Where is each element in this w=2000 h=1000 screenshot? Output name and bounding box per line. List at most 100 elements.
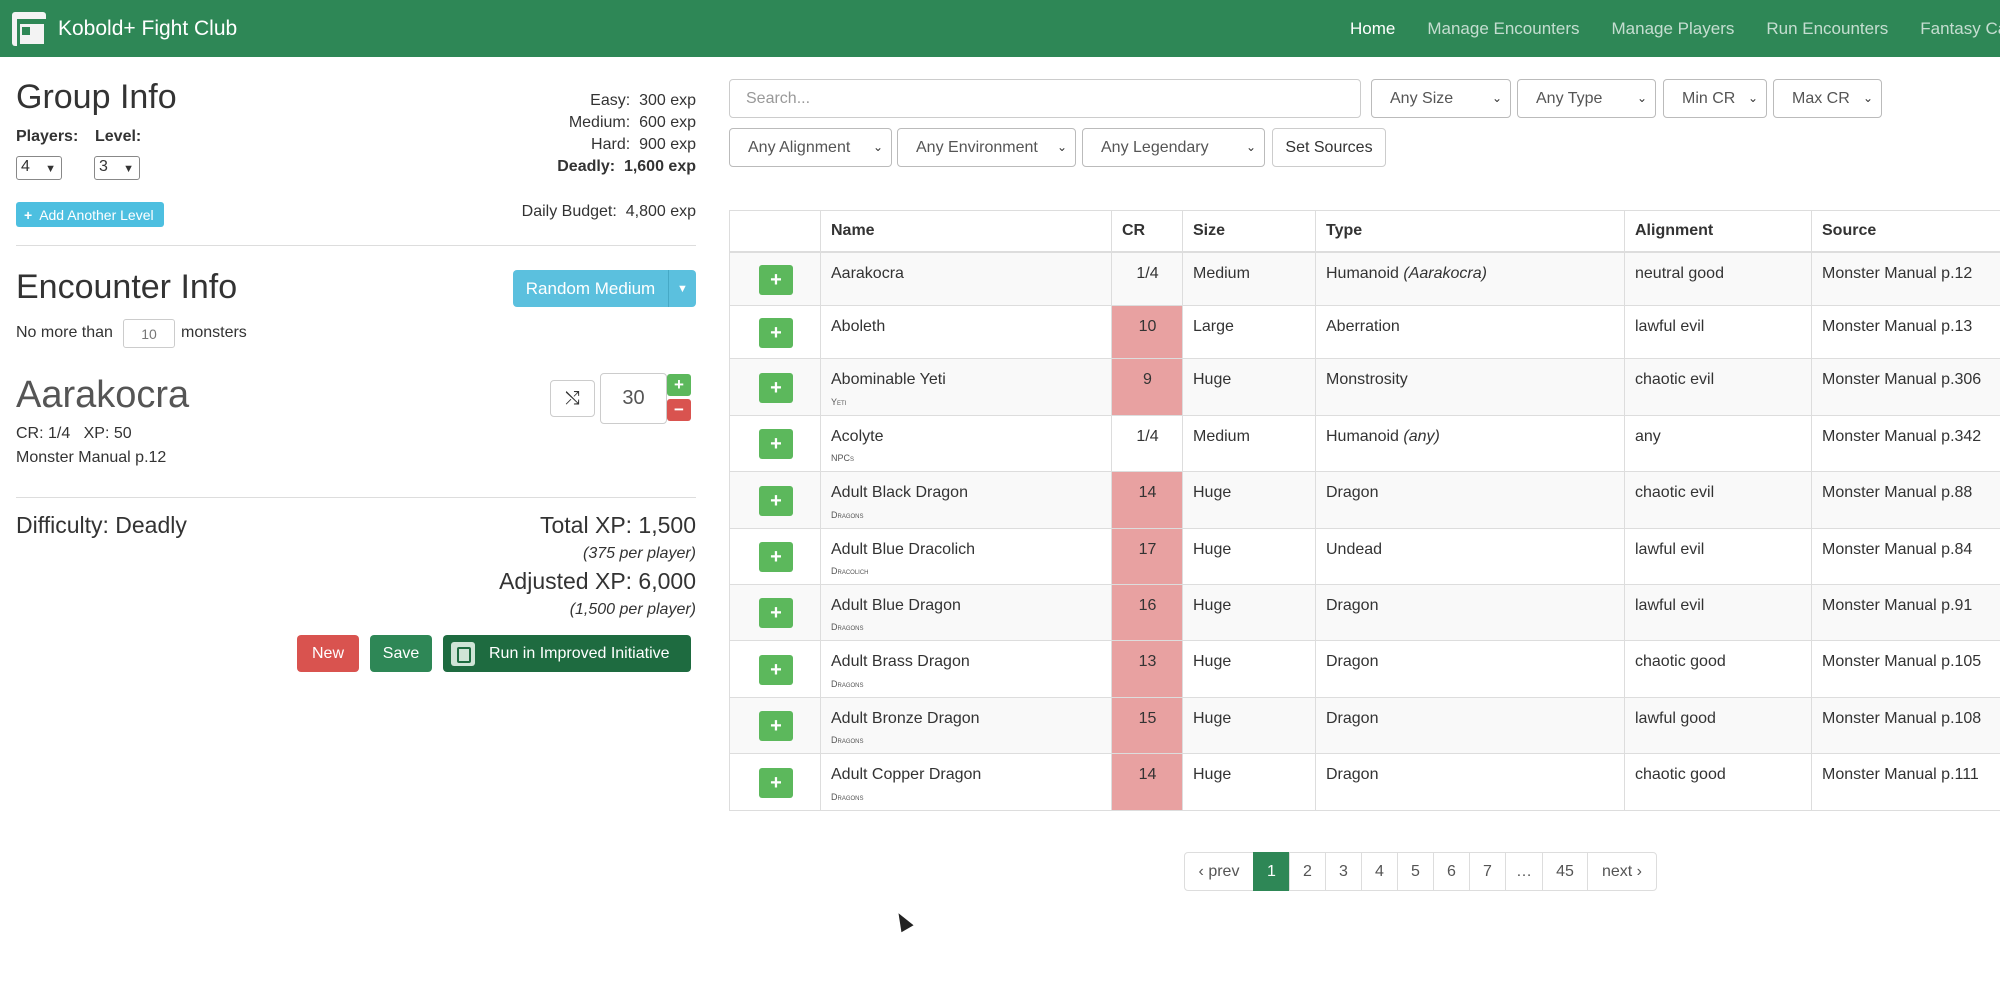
monster-alignment: lawful evil: [1635, 597, 1705, 614]
monster-size-cell: Huge: [1183, 585, 1316, 640]
caret-down-icon[interactable]: ▼: [668, 270, 696, 307]
level-select[interactable]: 3 ▼: [94, 156, 140, 180]
monster-alignment: chaotic evil: [1635, 371, 1715, 388]
nav-fantasy-calendar[interactable]: Fantasy Cal: [1920, 19, 2000, 39]
monster-name[interactable]: Aboleth: [831, 318, 885, 336]
plus-icon: +: [24, 206, 33, 223]
page-link[interactable]: 4: [1361, 852, 1398, 891]
size-filter-select[interactable]: Any Size ⌄: [1371, 79, 1511, 118]
monster-name-cell: Adult Blue Dragon Dragons: [821, 585, 1112, 640]
page-link[interactable]: 1: [1253, 852, 1290, 891]
pagination: ‹ prev 1 2 3 4 5 6 7… 45 next ›: [1184, 852, 1657, 891]
page-link[interactable]: …: [1505, 852, 1543, 891]
new-encounter-button[interactable]: New: [297, 635, 359, 672]
monster-name-cell: Aarakocra: [821, 253, 1112, 305]
add-monster-button[interactable]: +: [759, 598, 793, 628]
environment-filter-select[interactable]: Any Environment ⌄: [897, 128, 1076, 167]
add-monster-button[interactable]: +: [759, 486, 793, 516]
alignment-filter-value: Any Alignment: [748, 138, 851, 156]
monster-source-cell: Monster Manual p.91: [1812, 585, 2000, 640]
add-monster-button[interactable]: +: [759, 768, 793, 798]
header-cr[interactable]: CR: [1112, 211, 1183, 251]
add-monster-button[interactable]: +: [759, 711, 793, 741]
add-monster-button[interactable]: +: [759, 429, 793, 459]
page-link[interactable]: 6: [1433, 852, 1470, 891]
monster-size: Huge: [1193, 371, 1232, 388]
nav-manage-encounters[interactable]: Manage Encounters: [1427, 19, 1579, 39]
monster-name[interactable]: Aarakocra: [831, 265, 904, 283]
page-link[interactable]: 45: [1542, 852, 1588, 891]
max-cr-select[interactable]: Max CR ⌄: [1773, 79, 1882, 118]
monster-size: Huge: [1193, 484, 1232, 501]
table-row: + Adult Blue Dragon Dragons 16 Huge Dragon law…: [729, 585, 2000, 641]
monster-name[interactable]: Adult Brass Dragon: [831, 653, 970, 671]
min-cr-select[interactable]: Min CR ⌄: [1663, 79, 1767, 118]
nav-run-encounters[interactable]: Run Encounters: [1766, 19, 1888, 39]
monster-name[interactable]: Adult Bronze Dragon: [831, 710, 980, 728]
add-another-level-button[interactable]: + Add Another Level: [16, 202, 164, 227]
header-type[interactable]: Type: [1316, 211, 1625, 251]
run-improved-initiative-button[interactable]: Run in Improved Initiative: [443, 635, 691, 672]
add-another-level-label: Add Another Level: [39, 206, 154, 223]
header-source[interactable]: Source: [1812, 211, 2000, 251]
adjusted-xp-per-player: (1,500 per player): [569, 601, 696, 618]
brand[interactable]: Kobold+ Fight Club: [0, 0, 237, 57]
brand-title: Kobold+ Fight Club: [58, 16, 238, 40]
chevron-down-icon: ⌄: [1862, 91, 1873, 105]
page-link[interactable]: 7: [1469, 852, 1506, 891]
monster-quantity-input[interactable]: 30: [600, 373, 667, 424]
shuffle-icon[interactable]: ⤭: [550, 380, 595, 417]
add-monster-button[interactable]: +: [759, 318, 793, 348]
alignment-filter-select[interactable]: Any Alignment ⌄: [729, 128, 892, 167]
save-encounter-button[interactable]: Save: [370, 635, 432, 672]
search-input[interactable]: Search...: [729, 79, 1361, 118]
nav-home[interactable]: Home: [1350, 19, 1395, 39]
no-more-than-label: No more than: [16, 324, 113, 341]
prev-page-link[interactable]: ‹ prev: [1184, 852, 1254, 891]
monster-source: Monster Manual p.306: [1822, 371, 1982, 388]
run-improved-initiative-label: Run in Improved Initiative: [489, 644, 670, 662]
row-action-cell: +: [729, 641, 821, 697]
monster-type-cell: Dragon: [1316, 472, 1625, 528]
type-filter-select[interactable]: Any Type ⌄: [1517, 79, 1656, 118]
monster-source: Monster Manual p.342: [1822, 428, 1982, 445]
table-row: + Aboleth 10 Large Aberration lawful evil Mons…: [729, 306, 2000, 359]
monster-name[interactable]: Adult Blue Dracolich: [831, 541, 975, 559]
players-select-value: 4: [21, 158, 30, 175]
page-link[interactable]: 2: [1289, 852, 1326, 891]
add-monster-button[interactable]: +: [759, 655, 793, 685]
monster-alignment-cell: chaotic good: [1625, 641, 1812, 697]
row-action-cell: +: [729, 472, 821, 528]
max-monsters-input[interactable]: 10: [123, 319, 175, 348]
page-link[interactable]: 5: [1397, 852, 1434, 891]
players-select[interactable]: 4 ▼: [16, 156, 62, 180]
monster-source: Monster Manual p.12: [1822, 265, 1973, 282]
next-page-link[interactable]: next ›: [1587, 852, 1657, 891]
monster-name[interactable]: Adult Blue Dragon: [831, 597, 961, 615]
header-size[interactable]: Size: [1183, 211, 1316, 251]
page-link[interactable]: 3: [1325, 852, 1362, 891]
monster-name[interactable]: Abominable Yeti: [831, 371, 946, 389]
easy-threshold: Easy: 300 exp: [590, 92, 696, 109]
monster-name[interactable]: Adult Copper Dragon: [831, 766, 981, 784]
monster-name[interactable]: Adult Black Dragon: [831, 484, 968, 502]
random-medium-label[interactable]: Random Medium: [513, 279, 668, 299]
monster-name[interactable]: Acolyte: [831, 428, 883, 446]
nav-manage-players[interactable]: Manage Players: [1612, 19, 1735, 39]
monster-alignment-cell: any: [1625, 416, 1812, 471]
add-monster-button[interactable]: +: [759, 373, 793, 403]
monster-type-cell: Dragon: [1316, 754, 1625, 810]
monster-cr-cell: 10: [1112, 306, 1183, 358]
add-monster-button[interactable]: +: [759, 542, 793, 572]
header-alignment[interactable]: Alignment: [1625, 211, 1812, 251]
monster-alignment: chaotic good: [1635, 653, 1726, 670]
monster-alignment-cell: lawful evil: [1625, 529, 1812, 584]
increase-quantity-button[interactable]: +: [667, 374, 691, 396]
set-sources-button[interactable]: Set Sources: [1272, 128, 1386, 167]
legendary-filter-select[interactable]: Any Legendary ⌄: [1082, 128, 1265, 167]
monster-alignment: chaotic good: [1635, 766, 1726, 783]
decrease-quantity-button[interactable]: −: [667, 399, 691, 421]
random-encounter-button[interactable]: Random Medium ▼: [513, 270, 696, 307]
header-name[interactable]: Name: [821, 211, 1112, 251]
add-monster-button[interactable]: +: [759, 265, 793, 295]
